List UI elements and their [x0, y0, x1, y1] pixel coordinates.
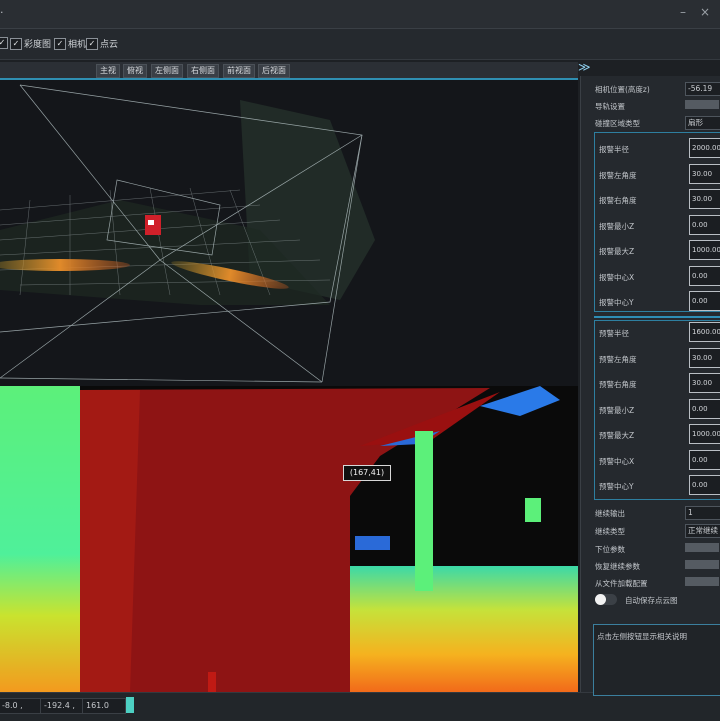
hover-coordinate-tag: (167,41) — [343, 465, 391, 481]
down-params-label: 下位参数 — [595, 545, 625, 554]
view-button-frontface[interactable]: 前视面 — [223, 64, 255, 78]
warning-radius-input[interactable]: 1600.00 — [689, 322, 720, 342]
alarm-left-angle-label: 报警左角度 — [599, 171, 637, 180]
title-bar: · – × — [0, 0, 720, 29]
warning-left-angle-input[interactable]: 30.00 — [689, 348, 720, 368]
checkbox-first-box[interactable]: ✓ — [0, 37, 8, 49]
auto-save-toggle[interactable] — [595, 594, 617, 605]
checkbox-camera-label: 相机 — [68, 40, 87, 50]
output-input[interactable]: 1 — [685, 506, 720, 520]
floor-label: 导轨设置 — [595, 102, 625, 111]
checkbox-camera[interactable]: ✓ 相机 — [54, 37, 86, 50]
camera-position-input[interactable]: -56.19 — [685, 82, 720, 96]
alarm-max-z-label: 报警最大Z — [599, 247, 635, 256]
warning-center-x-label: 预警中心X — [599, 457, 635, 466]
settings-panel: 相机位置(高度z) -56.19 导轨设置 碰撞区域类型 扇形 报警半径 200… — [580, 76, 720, 696]
checkbox-color-map-label: 彩度图 — [24, 40, 52, 50]
checkbox-first[interactable]: ✓ — [0, 37, 8, 49]
checkbox-point-cloud-box[interactable]: ✓ — [86, 37, 98, 50]
depth-image-canvas — [0, 386, 578, 692]
alarm-right-angle-input[interactable]: 30.00 — [689, 189, 720, 209]
coord-y-field: -192.4 , — [40, 698, 84, 714]
view-button-top[interactable]: 俯视 — [123, 64, 147, 78]
point-cloud-canvas — [0, 84, 375, 383]
warning-left-angle-label: 预警左角度 — [599, 355, 637, 364]
warning-min-z-label: 预警最小Z — [599, 406, 635, 415]
restore-params-button[interactable] — [685, 560, 719, 569]
warning-center-y-input[interactable]: 0.00 — [689, 475, 720, 495]
checkbox-point-cloud-label: 点云 — [100, 40, 119, 50]
view-header: 主视 俯视 左侧面 右侧面 前视面 后视面 — [0, 62, 578, 80]
point-cloud-view[interactable] — [0, 80, 578, 386]
view-button-right[interactable]: 右侧面 — [187, 64, 219, 78]
mode-label: 继续类型 — [595, 527, 625, 536]
camera-position-label: 相机位置(高度z) — [595, 85, 650, 94]
warning-max-z-input[interactable]: 1000.00 — [689, 424, 720, 444]
status-bar: -8.0 , -192.4 , 161.0 — [0, 692, 720, 721]
coord-x-field: -8.0 , — [0, 698, 42, 714]
help-text-box: 点击左侧按钮显示相关说明 — [593, 624, 720, 696]
window-menu-icon[interactable]: · — [0, 6, 4, 19]
help-text: 点击左侧按钮显示相关说明 — [597, 632, 687, 641]
load-file-button[interactable] — [685, 577, 719, 586]
warning-right-angle-label: 预警右角度 — [599, 380, 637, 389]
alarm-center-x-label: 报警中心X — [599, 273, 635, 282]
output-label: 继续输出 — [595, 509, 625, 518]
warning-center-x-input[interactable]: 0.00 — [689, 450, 720, 470]
detect-type-label: 碰撞区域类型 — [595, 119, 640, 128]
warning-radius-label: 预警半径 — [599, 329, 629, 338]
mode-select[interactable]: 正常继续 — [685, 524, 720, 538]
warning-right-angle-input[interactable]: 30.00 — [689, 373, 720, 393]
view-button-left[interactable]: 左侧面 — [151, 64, 183, 78]
view-button-back[interactable]: 后视面 — [258, 64, 290, 78]
checkbox-point-cloud[interactable]: ✓ 点云 — [86, 37, 118, 50]
coord-z-field: 161.0 — [82, 698, 126, 714]
detect-type-select[interactable]: 扇形 — [685, 116, 720, 130]
minimize-icon[interactable]: – — [674, 2, 692, 22]
floor-button[interactable] — [685, 100, 719, 109]
close-icon[interactable]: × — [696, 2, 714, 22]
group-divider — [594, 316, 720, 318]
checkbox-color-map[interactable]: ✓ 彩度图 — [10, 37, 51, 50]
restore-params-label: 恢复继续参数 — [595, 562, 640, 571]
alarm-radius-input[interactable]: 2000.00 — [689, 138, 720, 158]
window-controls: – × — [674, 2, 714, 22]
depth-image-view[interactable] — [0, 386, 578, 692]
warning-center-y-label: 预警中心Y — [599, 482, 634, 491]
alarm-center-y-input[interactable]: 0.00 — [689, 291, 720, 311]
checkbox-color-map-box[interactable]: ✓ — [10, 37, 22, 50]
alarm-right-angle-label: 报警右角度 — [599, 196, 637, 205]
collapse-panel-icon[interactable]: ≫ — [578, 60, 591, 74]
toolbar: ✓ ✓ 彩度图 ✓ 相机 ✓ 点云 — [0, 29, 720, 60]
warning-min-z-input[interactable]: 0.00 — [689, 399, 720, 419]
alarm-max-z-input[interactable]: 1000.00 — [689, 240, 720, 260]
alarm-center-y-label: 报警中心Y — [599, 298, 634, 307]
load-file-label: 从文件加载配置 — [595, 579, 648, 588]
alarm-radius-label: 报警半径 — [599, 145, 629, 154]
checkbox-camera-box[interactable]: ✓ — [54, 37, 66, 50]
alarm-min-z-label: 报警最小Z — [599, 222, 635, 231]
status-progress — [126, 697, 134, 713]
auto-save-label: 自动保存点云图 — [625, 596, 678, 605]
down-params-button[interactable] — [685, 543, 719, 552]
warning-max-z-label: 预警最大Z — [599, 431, 635, 440]
alarm-min-z-input[interactable]: 0.00 — [689, 215, 720, 235]
alarm-center-x-input[interactable]: 0.00 — [689, 266, 720, 286]
alarm-left-angle-input[interactable]: 30.00 — [689, 164, 720, 184]
view-button-front[interactable]: 主视 — [96, 64, 120, 78]
